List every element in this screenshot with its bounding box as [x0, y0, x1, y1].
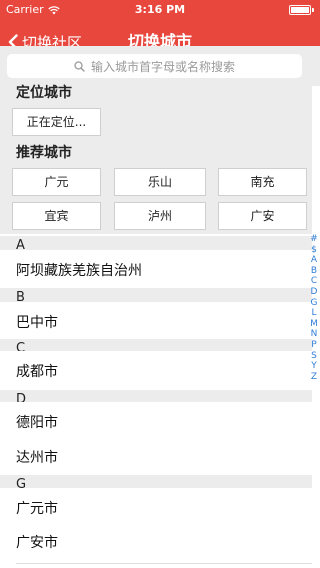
index-letter[interactable]: S — [308, 351, 320, 362]
recommend-section-header: 推荐城市 — [0, 142, 312, 164]
city-name: 德阳市 — [16, 415, 58, 431]
index-letter[interactable]: N — [308, 329, 320, 340]
city-chip[interactable]: 泸州 — [114, 202, 206, 230]
index-letter[interactable]: C — [308, 276, 320, 287]
index-letter[interactable]: # — [308, 234, 320, 245]
locate-panel: 正在定位... — [0, 104, 312, 142]
city-name: 阿坝藏族羌族自治州 — [16, 263, 142, 279]
index-letter[interactable]: A — [308, 255, 320, 266]
index-letter[interactable]: L — [308, 308, 320, 319]
city-row[interactable]: 成都市 — [0, 351, 312, 393]
status-bar: Carrier 3:16 PM — [0, 0, 320, 20]
locate-section-header: 定位城市 — [0, 82, 312, 104]
alphabet-index[interactable]: # $ A B C D G L M N P S Y Z — [308, 234, 320, 382]
city-row[interactable]: 巴中市 — [0, 302, 312, 344]
recommend-panel: 广元 乐山 南充 宜宾 泸州 广安 — [0, 164, 312, 234]
index-letter[interactable]: G — [308, 298, 320, 309]
battery-tip — [312, 8, 314, 12]
city-chip[interactable]: 乐山 — [114, 168, 206, 196]
index-letter[interactable]: P — [308, 340, 320, 351]
index-letter[interactable]: $ — [308, 245, 320, 256]
status-time: 3:16 PM — [134, 3, 186, 16]
index-letter[interactable]: D — [308, 287, 320, 298]
city-row[interactable]: 广安市 — [0, 522, 312, 564]
index-letter[interactable]: B — [308, 266, 320, 277]
city-name: 广元市 — [16, 501, 58, 517]
city-chip[interactable]: 南充 — [218, 168, 307, 196]
city-chip[interactable]: 广安 — [218, 202, 307, 230]
city-name: 成都市 — [16, 364, 58, 380]
battery-icon — [289, 5, 311, 15]
city-name: 达州市 — [16, 450, 58, 466]
index-letter[interactable]: Y — [308, 361, 320, 372]
city-name: 巴中市 — [16, 315, 58, 331]
city-chip[interactable]: 宜宾 — [12, 202, 101, 230]
search-icon — [74, 60, 85, 72]
city-row[interactable]: 达州市 — [0, 437, 312, 479]
row-divider — [16, 563, 312, 564]
index-letter[interactable]: Z — [308, 372, 320, 383]
search-input[interactable]: 输入城市首字母或名称搜索 — [7, 54, 302, 78]
city-name: 广安市 — [16, 535, 58, 551]
locating-button[interactable]: 正在定位... — [12, 108, 101, 136]
index-letter[interactable]: M — [308, 319, 320, 330]
city-chip[interactable]: 广元 — [12, 168, 101, 196]
search-placeholder: 输入城市首字母或名称搜索 — [90, 59, 235, 74]
city-row[interactable]: 阿坝藏族羌族自治州 — [0, 250, 312, 292]
